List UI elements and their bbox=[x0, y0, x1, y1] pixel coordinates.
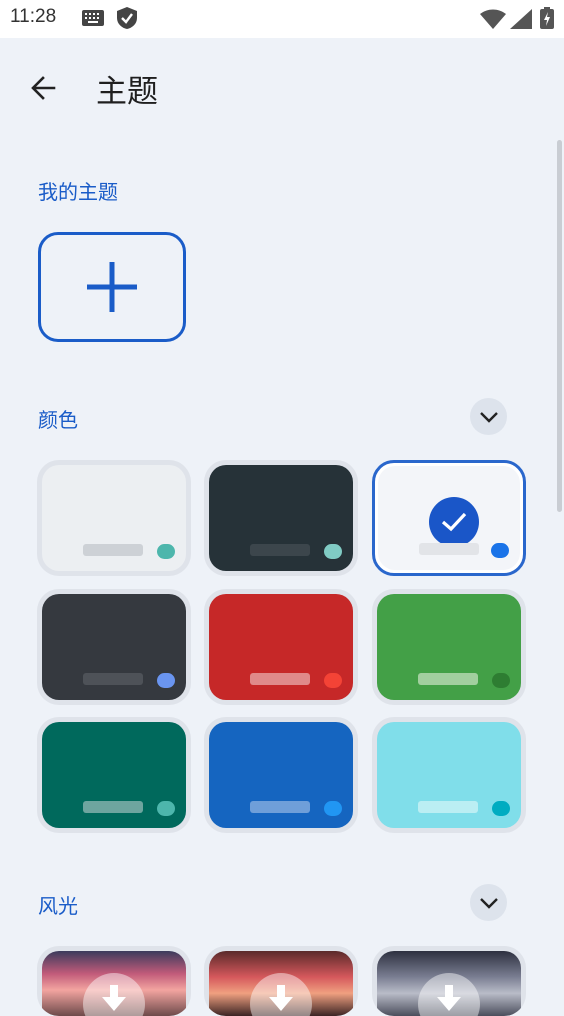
color-preview-dot bbox=[157, 544, 175, 559]
color-preview-bar bbox=[250, 801, 310, 813]
plus-icon bbox=[87, 262, 137, 312]
scenery-tile-sunset-beach[interactable] bbox=[37, 946, 191, 1016]
scenery-tile-cloudy-sky[interactable] bbox=[372, 946, 526, 1016]
color-theme-tile-dark-gray[interactable] bbox=[37, 589, 191, 705]
color-theme-tile-light-gray[interactable] bbox=[37, 460, 191, 576]
color-theme-preview bbox=[209, 465, 353, 571]
download-icon bbox=[269, 985, 293, 1011]
color-preview-dot bbox=[324, 801, 342, 816]
color-preview-dot bbox=[492, 673, 510, 688]
color-preview-dot bbox=[492, 801, 510, 816]
section-label-colors: 颜色 bbox=[38, 408, 78, 432]
status-bar: 11:28 bbox=[0, 0, 564, 38]
color-preview-bar bbox=[419, 543, 479, 555]
color-theme-preview bbox=[209, 722, 353, 828]
back-button[interactable] bbox=[22, 68, 66, 108]
scenery-tile-red-sky-trees[interactable] bbox=[204, 946, 358, 1016]
color-preview-bar bbox=[83, 544, 143, 556]
color-theme-preview bbox=[42, 594, 186, 700]
colors-expand-button[interactable] bbox=[470, 398, 507, 435]
color-theme-preview bbox=[209, 594, 353, 700]
check-icon bbox=[429, 497, 479, 547]
color-theme-tile-teal[interactable] bbox=[37, 717, 191, 833]
signal-icon bbox=[510, 9, 532, 33]
page-title: 主题 bbox=[96, 74, 158, 110]
download-button[interactable] bbox=[250, 973, 312, 1016]
color-preview-bar bbox=[418, 801, 478, 813]
battery-icon bbox=[540, 7, 554, 33]
download-button[interactable] bbox=[418, 973, 480, 1016]
shield-check-icon bbox=[117, 7, 137, 33]
keyboard-icon bbox=[82, 10, 104, 30]
color-preview-dot bbox=[324, 544, 342, 559]
color-theme-tile-red[interactable] bbox=[204, 589, 358, 705]
status-time: 11:28 bbox=[10, 6, 57, 27]
color-theme-tile-blue[interactable] bbox=[204, 717, 358, 833]
wifi-icon bbox=[480, 9, 506, 33]
color-theme-preview bbox=[377, 722, 521, 828]
color-theme-preview bbox=[378, 466, 520, 570]
color-theme-tile-dark-slate[interactable] bbox=[204, 460, 358, 576]
color-preview-bar bbox=[83, 801, 143, 813]
scenery-expand-button[interactable] bbox=[470, 884, 507, 921]
add-theme-button[interactable] bbox=[38, 232, 186, 342]
download-icon bbox=[102, 985, 126, 1011]
scrollbar[interactable] bbox=[557, 140, 562, 512]
color-theme-tile-green[interactable] bbox=[372, 589, 526, 705]
arrow-left-icon bbox=[31, 76, 56, 100]
color-preview-bar bbox=[250, 673, 310, 685]
color-theme-preview bbox=[377, 594, 521, 700]
download-button[interactable] bbox=[83, 973, 145, 1016]
color-theme-preview bbox=[42, 722, 186, 828]
color-preview-dot bbox=[157, 801, 175, 816]
color-theme-tile-cyan[interactable] bbox=[372, 717, 526, 833]
color-theme-tile-white-blue[interactable] bbox=[372, 460, 526, 576]
chevron-down-icon bbox=[479, 411, 498, 423]
color-preview-bar bbox=[250, 544, 310, 556]
color-preview-dot bbox=[324, 673, 342, 688]
color-theme-preview bbox=[42, 465, 186, 571]
color-preview-dot bbox=[157, 673, 175, 688]
color-preview-bar bbox=[418, 673, 478, 685]
section-label-my-themes: 我的主题 bbox=[38, 180, 118, 204]
section-label-scenery: 风光 bbox=[38, 894, 78, 918]
download-icon bbox=[437, 985, 461, 1011]
chevron-down-icon bbox=[479, 897, 498, 909]
color-preview-dot bbox=[491, 543, 509, 558]
color-preview-bar bbox=[83, 673, 143, 685]
